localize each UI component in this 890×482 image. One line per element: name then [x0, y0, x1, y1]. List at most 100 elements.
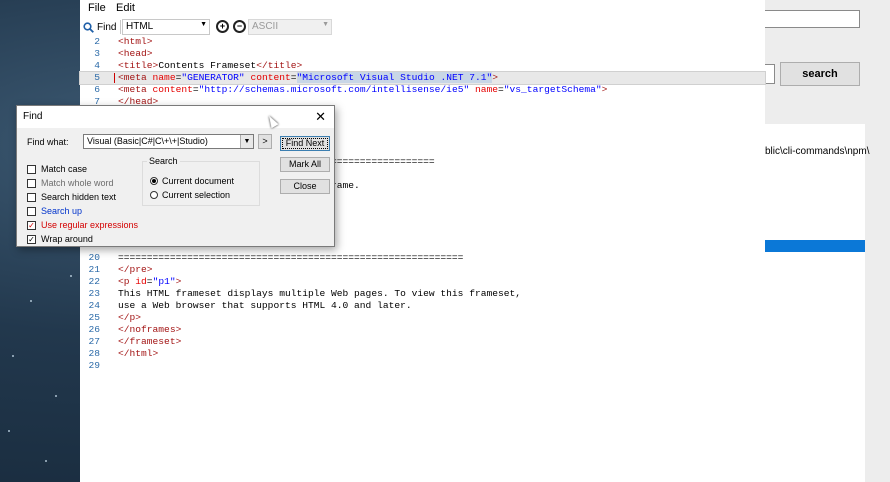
code-token: </title>: [256, 60, 303, 71]
code-line[interactable]: 4 <title>Contents Frameset</title>: [80, 60, 765, 72]
code-token: id: [135, 276, 147, 287]
wrap-around-option[interactable]: ✓ Wrap around: [27, 233, 93, 245]
code-line[interactable]: 25 </p>: [80, 312, 765, 324]
code-line[interactable]: 3 <head>: [80, 48, 765, 60]
toolbar: Find HTML ▼ + − ASCII ▼: [80, 18, 765, 36]
menu-edit[interactable]: Edit: [116, 2, 135, 14]
code-line[interactable]: 22 <p id="p1">: [80, 276, 765, 288]
path-text: blic\cli-commands\npm\: [765, 146, 870, 157]
match-whole-word-option[interactable]: Match whole word: [27, 177, 114, 189]
toolbar-separator: [120, 20, 121, 34]
code-token: <html>: [118, 36, 153, 47]
code-text: <p id="p1">: [118, 276, 181, 288]
chevron-down-icon: ▼: [200, 21, 207, 28]
background-window: search blic\cli-commands\npm\: [765, 0, 890, 482]
code-token: >: [175, 276, 182, 287]
current-selection-label: Current selection: [162, 190, 231, 200]
search-up-label: Search up: [41, 206, 83, 216]
line-number: 5: [94, 72, 100, 83]
search-hidden-checkbox[interactable]: [27, 192, 36, 202]
code-line[interactable]: 20 ======================================…: [80, 252, 765, 264]
code-line[interactable]: 27 </frameset>: [80, 336, 765, 348]
language-select[interactable]: HTML ▼: [122, 19, 210, 35]
code-token: content: [152, 84, 193, 95]
code-line[interactable]: 28 </html>: [80, 348, 765, 360]
regex-builder-button[interactable]: >: [258, 134, 272, 149]
chevron-down-icon[interactable]: ▼: [240, 135, 253, 148]
code-line[interactable]: 6 <meta content="http://schemas.microsoft…: [80, 84, 765, 96]
background-search-input[interactable]: [765, 64, 775, 84]
line-number: 21: [88, 264, 100, 275]
code-text: <html>: [118, 36, 153, 48]
search-hidden-label: Search hidden text: [41, 192, 117, 202]
code-token: name: [474, 84, 499, 95]
code-line[interactable]: 2 <html>: [80, 36, 765, 48]
code-token: </pre>: [118, 264, 153, 275]
code-line[interactable]: 5 <meta name="GENERATOR" content="Microso…: [79, 71, 766, 85]
find-next-button[interactable]: Find Next: [280, 136, 330, 151]
current-document-option[interactable]: Current document: [150, 175, 234, 187]
current-document-radio[interactable]: [150, 177, 158, 185]
code-token: "http://schemas.microsoft.com/intellisen…: [198, 84, 470, 95]
search-button[interactable]: search: [780, 62, 860, 86]
progress-bar: [765, 240, 865, 252]
line-number: 22: [88, 276, 100, 287]
find-what-input[interactable]: Visual (Basic|C#|C\+\+|Studio) ▼: [83, 134, 254, 149]
code-token: content: [250, 72, 291, 83]
line-number: 28: [88, 348, 100, 359]
current-selection-radio[interactable]: [150, 191, 158, 199]
close-icon[interactable]: ✕: [315, 109, 326, 125]
line-number: 20: [88, 252, 100, 263]
code-text: <meta name="GENERATOR" content="Microsof…: [118, 72, 498, 84]
code-text: <head>: [118, 48, 153, 60]
line-number: 25: [88, 312, 100, 323]
wrap-around-label: Wrap around: [41, 234, 93, 244]
code-editor[interactable]: 2 <html> 3 <head> 4 <title>Contents Frameset<…: [79, 36, 766, 482]
code-text: </html>: [118, 348, 158, 360]
line-number: 23: [88, 288, 100, 299]
background-input[interactable]: [765, 10, 860, 28]
mark-all-button[interactable]: Mark All: [280, 157, 330, 172]
chevron-down-icon: ▼: [322, 21, 329, 28]
code-token: >: [601, 84, 608, 95]
search-up-checkbox[interactable]: [27, 206, 36, 216]
find-dialog: Find ✕ Find what: Visual (Basic|C#|C\+\+…: [16, 105, 335, 247]
code-token: <meta: [118, 72, 153, 83]
code-token: >: [492, 72, 499, 83]
match-case-checkbox[interactable]: [27, 164, 36, 174]
code-line[interactable]: 24 use a Web browser that supports HTML 4…: [80, 300, 765, 312]
code-token: <title>: [118, 60, 159, 71]
regex-checkbox[interactable]: ✓: [27, 220, 36, 230]
match-whole-word-checkbox[interactable]: [27, 178, 36, 188]
code-token: </p>: [118, 312, 142, 323]
code-text: </frameset>: [118, 336, 181, 348]
close-button[interactable]: Close: [280, 179, 330, 194]
match-case-label: Match case: [41, 164, 88, 174]
menu-file[interactable]: File: [88, 2, 106, 14]
line-number: 2: [94, 36, 100, 47]
zoom-in-icon[interactable]: +: [216, 20, 229, 33]
zoom-out-icon[interactable]: −: [233, 20, 246, 33]
line-number: 4: [94, 60, 100, 71]
language-select-value: HTML: [126, 21, 154, 32]
line-number: 3: [94, 48, 100, 59]
code-text: </p>: [118, 312, 141, 324]
code-line[interactable]: 23 This HTML frameset displays multiple W…: [80, 288, 765, 300]
wrap-around-checkbox[interactable]: ✓: [27, 234, 36, 244]
code-text: </pre>: [118, 264, 153, 276]
line-number: 24: [88, 300, 100, 311]
encoding-select[interactable]: ASCII ▼: [248, 19, 332, 35]
regex-option[interactable]: ✓ Use regular expressions: [27, 219, 138, 231]
code-line[interactable]: 21 </pre>: [80, 264, 765, 276]
match-case-option[interactable]: Match case: [27, 163, 87, 175]
search-match-highlight: "Microsoft Visual Studio .NET 7.1": [296, 72, 493, 83]
search-up-option[interactable]: Search up: [27, 205, 82, 217]
code-token: </html>: [118, 348, 159, 359]
line-number: 29: [88, 360, 100, 371]
code-line[interactable]: 26 </noframes>: [80, 324, 765, 336]
find-button[interactable]: Find: [83, 19, 116, 35]
code-line[interactable]: 29: [80, 360, 765, 372]
background-panel: blic\cli-commands\npm\: [765, 124, 869, 482]
current-selection-option[interactable]: Current selection: [150, 189, 230, 201]
search-hidden-option[interactable]: Search hidden text: [27, 191, 116, 203]
